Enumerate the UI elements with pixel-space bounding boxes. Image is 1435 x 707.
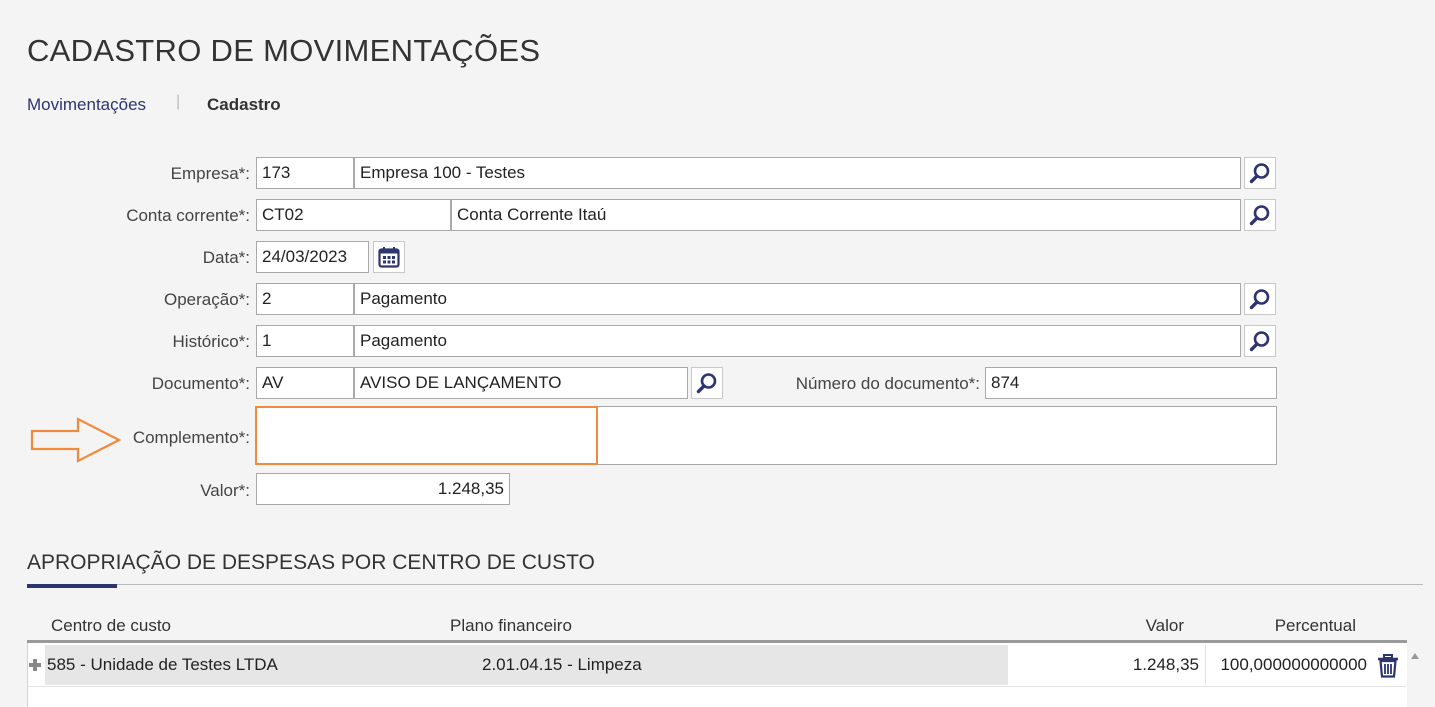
delete-row-button[interactable]: [1377, 654, 1399, 678]
documento-code-input[interactable]: AV: [256, 367, 354, 399]
search-icon: [1249, 289, 1270, 310]
highlight-box: [255, 406, 598, 465]
column-header-plano-financeiro[interactable]: Plano financeiro: [450, 616, 572, 636]
search-icon: [1249, 205, 1270, 226]
breadcrumb-link-movimentacoes[interactable]: Movimentações: [27, 95, 146, 115]
conta-corrente-search-button[interactable]: [1244, 199, 1276, 231]
documento-name-input[interactable]: AVISO DE LANÇAMENTO: [354, 367, 688, 399]
section-divider: [27, 584, 1423, 585]
complemento-label: Complemento*:: [132, 428, 250, 447]
valor-label: Valor*:: [200, 481, 250, 500]
data-label: Data*:: [202, 248, 250, 267]
column-header-centro-custo[interactable]: Centro de custo: [51, 616, 171, 636]
cell-centro-custo: 585 - Unidade de Testes LTDA: [47, 655, 278, 674]
conta-corrente-code-input[interactable]: CT02: [256, 199, 451, 231]
valor-input[interactable]: 1.248,35: [256, 473, 510, 505]
page-title: CADASTRO DE MOVIMENTAÇÕES: [27, 33, 541, 68]
conta-corrente-label: Conta corrente*:: [126, 206, 250, 225]
calendar-button[interactable]: [373, 241, 405, 273]
cell-percentual: 100,000000000000: [1220, 655, 1367, 674]
operacao-search-button[interactable]: [1244, 283, 1276, 315]
empresa-search-button[interactable]: [1244, 157, 1276, 189]
numero-documento-label: Número do documento*:: [795, 374, 980, 393]
table-row[interactable]: 585 - Unidade de Testes LTDA 2.01.04.15 …: [28, 645, 1406, 687]
historico-name-input[interactable]: Pagamento: [354, 325, 1241, 357]
numero-documento-input[interactable]: 874: [985, 367, 1277, 399]
plus-icon[interactable]: [29, 658, 41, 671]
section-accent-bar: [27, 584, 117, 588]
scrollbar-up-arrow[interactable]: [1410, 648, 1420, 659]
column-header-valor[interactable]: Valor: [1146, 616, 1184, 636]
cell-valor: 1.248,35: [1132, 655, 1199, 674]
operacao-code-input[interactable]: 2: [256, 283, 354, 315]
documento-label: Documento*:: [151, 374, 250, 393]
conta-corrente-name-input[interactable]: Conta Corrente Itaú: [451, 199, 1241, 231]
arrow-right-icon: [30, 417, 122, 463]
empresa-label: Empresa*:: [170, 164, 250, 183]
section-title: APROPRIAÇÃO DE DESPESAS POR CENTRO DE CU…: [27, 551, 595, 574]
search-icon: [1249, 163, 1270, 184]
operacao-label: Operação*:: [164, 290, 250, 309]
empresa-code-input[interactable]: 173: [256, 157, 354, 189]
empresa-name-input[interactable]: Empresa 100 - Testes: [354, 157, 1241, 189]
historico-search-button[interactable]: [1244, 325, 1276, 357]
column-header-percentual[interactable]: Percentual: [1275, 616, 1356, 636]
breadcrumb-separator: |: [176, 93, 181, 110]
column-divider: [1205, 645, 1206, 685]
search-icon: [696, 373, 717, 394]
trash-icon: [1378, 654, 1398, 678]
historico-label: Histórico*:: [172, 332, 250, 351]
breadcrumb-current: Cadastro: [207, 95, 281, 114]
data-input[interactable]: 24/03/2023: [256, 241, 369, 273]
historico-code-input[interactable]: 1: [256, 325, 354, 357]
documento-search-button[interactable]: [691, 367, 723, 399]
calendar-icon: [378, 247, 400, 268]
operacao-name-input[interactable]: Pagamento: [354, 283, 1241, 315]
search-icon: [1249, 331, 1270, 352]
cell-plano-financeiro: 2.01.04.15 - Limpeza: [482, 655, 642, 674]
